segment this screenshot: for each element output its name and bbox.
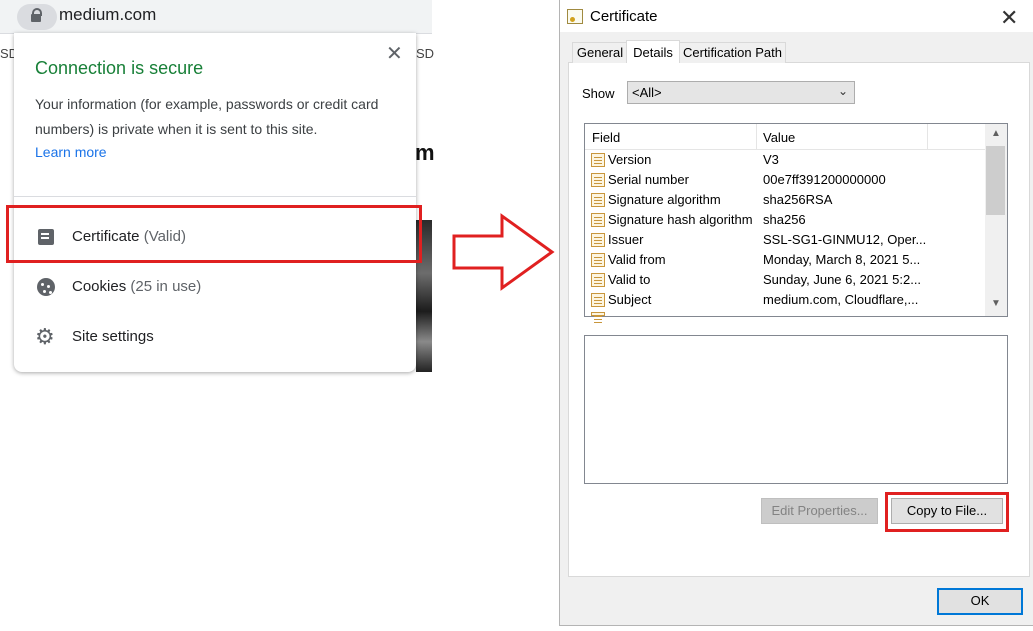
field-icon bbox=[591, 273, 605, 287]
close-icon[interactable]: ✕ bbox=[386, 41, 403, 66]
gear-icon: ⚙ bbox=[35, 324, 55, 349]
connection-status-title: Connection is secure bbox=[35, 58, 204, 78]
ok-button[interactable]: OK bbox=[937, 588, 1023, 615]
cookies-count: (25 in use) bbox=[130, 278, 202, 295]
column-separator[interactable] bbox=[756, 124, 757, 149]
table-row-field[interactable]: Serial number bbox=[608, 172, 689, 187]
column-separator[interactable] bbox=[927, 124, 928, 149]
field-icon bbox=[591, 312, 605, 317]
chevron-down-icon: ⌄ bbox=[838, 84, 849, 98]
dialog-title: Certificate bbox=[590, 8, 658, 25]
close-icon[interactable]: ✕ bbox=[1000, 5, 1018, 31]
field-detail-textbox[interactable] bbox=[584, 335, 1008, 484]
table-row-field[interactable]: Valid to bbox=[608, 272, 650, 287]
column-header-field[interactable]: Field bbox=[592, 130, 620, 145]
column-header-value[interactable]: Value bbox=[763, 130, 795, 145]
field-icon bbox=[591, 193, 605, 207]
table-row-field[interactable]: Issuer bbox=[608, 232, 643, 247]
table-row-field[interactable]: Signature hash algorithm bbox=[608, 212, 753, 227]
field-icon bbox=[591, 173, 605, 187]
field-icon bbox=[591, 233, 605, 247]
background-page-heading: m bbox=[415, 140, 435, 165]
connection-description: Your information (for example, passwords… bbox=[35, 96, 379, 137]
show-dropdown[interactable]: <All> bbox=[627, 81, 855, 104]
field-icon bbox=[591, 153, 605, 167]
table-row-value[interactable]: sha256 bbox=[763, 212, 806, 227]
highlight-certificate-row bbox=[6, 205, 422, 263]
field-icon bbox=[591, 213, 605, 227]
learn-more-link[interactable]: Learn more bbox=[35, 144, 107, 160]
field-icon bbox=[591, 293, 605, 307]
highlight-copy-to-file bbox=[885, 492, 1009, 532]
table-row-field[interactable]: Subject bbox=[608, 292, 651, 307]
scroll-up-icon[interactable]: ▲ bbox=[986, 128, 1006, 139]
divider bbox=[14, 196, 416, 197]
url-text[interactable]: medium.com bbox=[59, 5, 156, 25]
table-row-field[interactable]: Version bbox=[608, 152, 651, 167]
table-row-field[interactable]: Signature algorithm bbox=[608, 192, 721, 207]
tab-general[interactable]: General bbox=[572, 42, 628, 63]
table-row-value[interactable]: 00e7ff391200000000 bbox=[763, 172, 886, 187]
scrollbar-thumb[interactable] bbox=[986, 146, 1005, 215]
table-row-value[interactable]: sha256RSA bbox=[763, 192, 832, 207]
scroll-down-icon[interactable]: ▼ bbox=[986, 298, 1006, 309]
table-row-value[interactable]: SSL-SG1-GINMU12, Oper... bbox=[763, 232, 926, 247]
cookies-label: Cookies (25 in use) bbox=[72, 278, 202, 295]
cookie-icon bbox=[37, 278, 55, 296]
lock-icon-body bbox=[31, 14, 41, 22]
edit-properties-button[interactable]: Edit Properties... bbox=[761, 498, 878, 524]
tab-certification-path[interactable]: Certification Path bbox=[679, 42, 786, 63]
table-row-value[interactable]: V3 bbox=[763, 152, 779, 167]
field-icon bbox=[591, 253, 605, 267]
table-row-value[interactable]: Monday, March 8, 2021 5... bbox=[763, 252, 920, 267]
table-row-field[interactable]: Valid from bbox=[608, 252, 666, 267]
table-row-value[interactable]: Sunday, June 6, 2021 5:2... bbox=[763, 272, 921, 287]
show-label: Show bbox=[582, 86, 615, 101]
table-row-value[interactable]: medium.com, Cloudflare,... bbox=[763, 292, 918, 307]
certificate-window-icon bbox=[567, 9, 583, 24]
right-arrow bbox=[452, 213, 555, 291]
tab-details[interactable]: Details bbox=[626, 40, 680, 64]
site-settings-label: Site settings bbox=[72, 328, 154, 345]
background-page-text: SD bbox=[416, 46, 435, 61]
